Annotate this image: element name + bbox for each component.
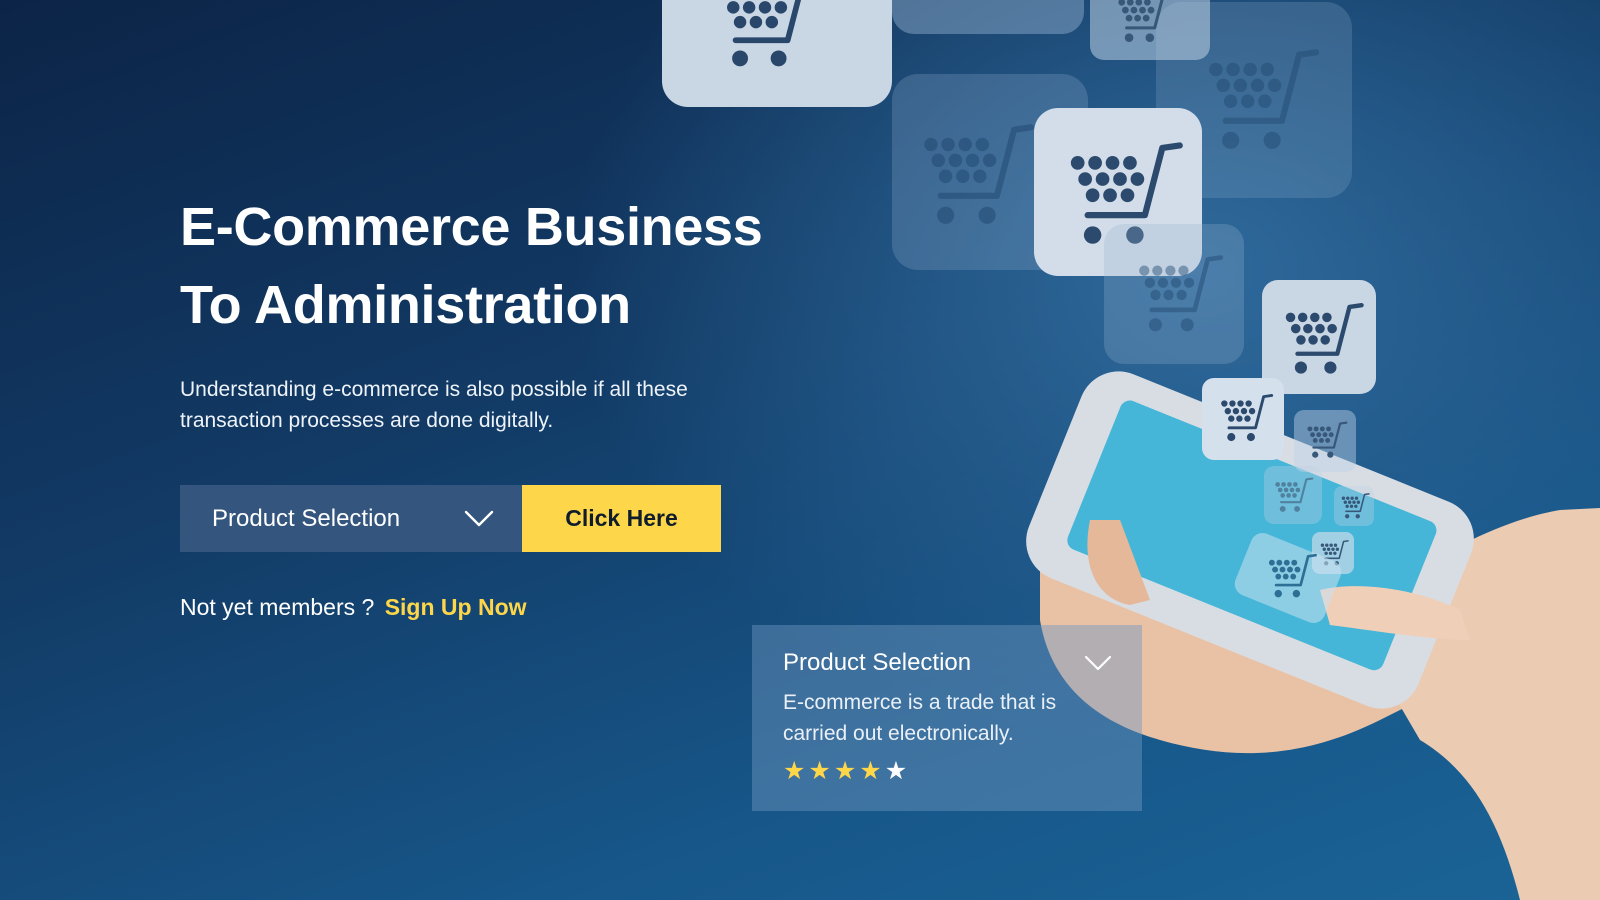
page-title: E-Commerce Business To Administration xyxy=(180,188,820,344)
chevron-down-icon xyxy=(464,510,494,526)
dropdown-label: Product Selection xyxy=(212,504,401,532)
star-icon: ★ xyxy=(783,757,806,785)
chevron-down-icon[interactable] xyxy=(1084,655,1112,671)
product-card-title: Product Selection xyxy=(783,649,972,676)
title-line-2: To Administration xyxy=(180,275,631,335)
star-rating: ★ ★ ★ ★ ★ xyxy=(783,759,1112,784)
sign-up-link[interactable]: Sign Up Now xyxy=(385,594,527,620)
star-icon: ★ xyxy=(808,757,831,785)
title-line-1: E-Commerce Business xyxy=(180,197,763,257)
product-card-header[interactable]: Product Selection xyxy=(783,649,1112,677)
star-icon: ★ xyxy=(884,757,908,785)
click-here-button[interactable]: Click Here xyxy=(522,485,721,552)
signup-prompt-text: Not yet members ? xyxy=(180,594,375,620)
signup-prompt: Not yet members ? Sign Up Now xyxy=(180,594,527,621)
hero-description: Understanding e-commerce is also possibl… xyxy=(180,378,688,432)
product-card: Product Selection E-commerce is a trade … xyxy=(752,625,1142,811)
star-icon: ★ xyxy=(859,757,882,785)
product-card-description: E-commerce is a trade that is carried ou… xyxy=(783,691,1057,745)
star-icon: ★ xyxy=(833,757,857,785)
product-selection-dropdown[interactable]: Product Selection xyxy=(180,485,522,552)
